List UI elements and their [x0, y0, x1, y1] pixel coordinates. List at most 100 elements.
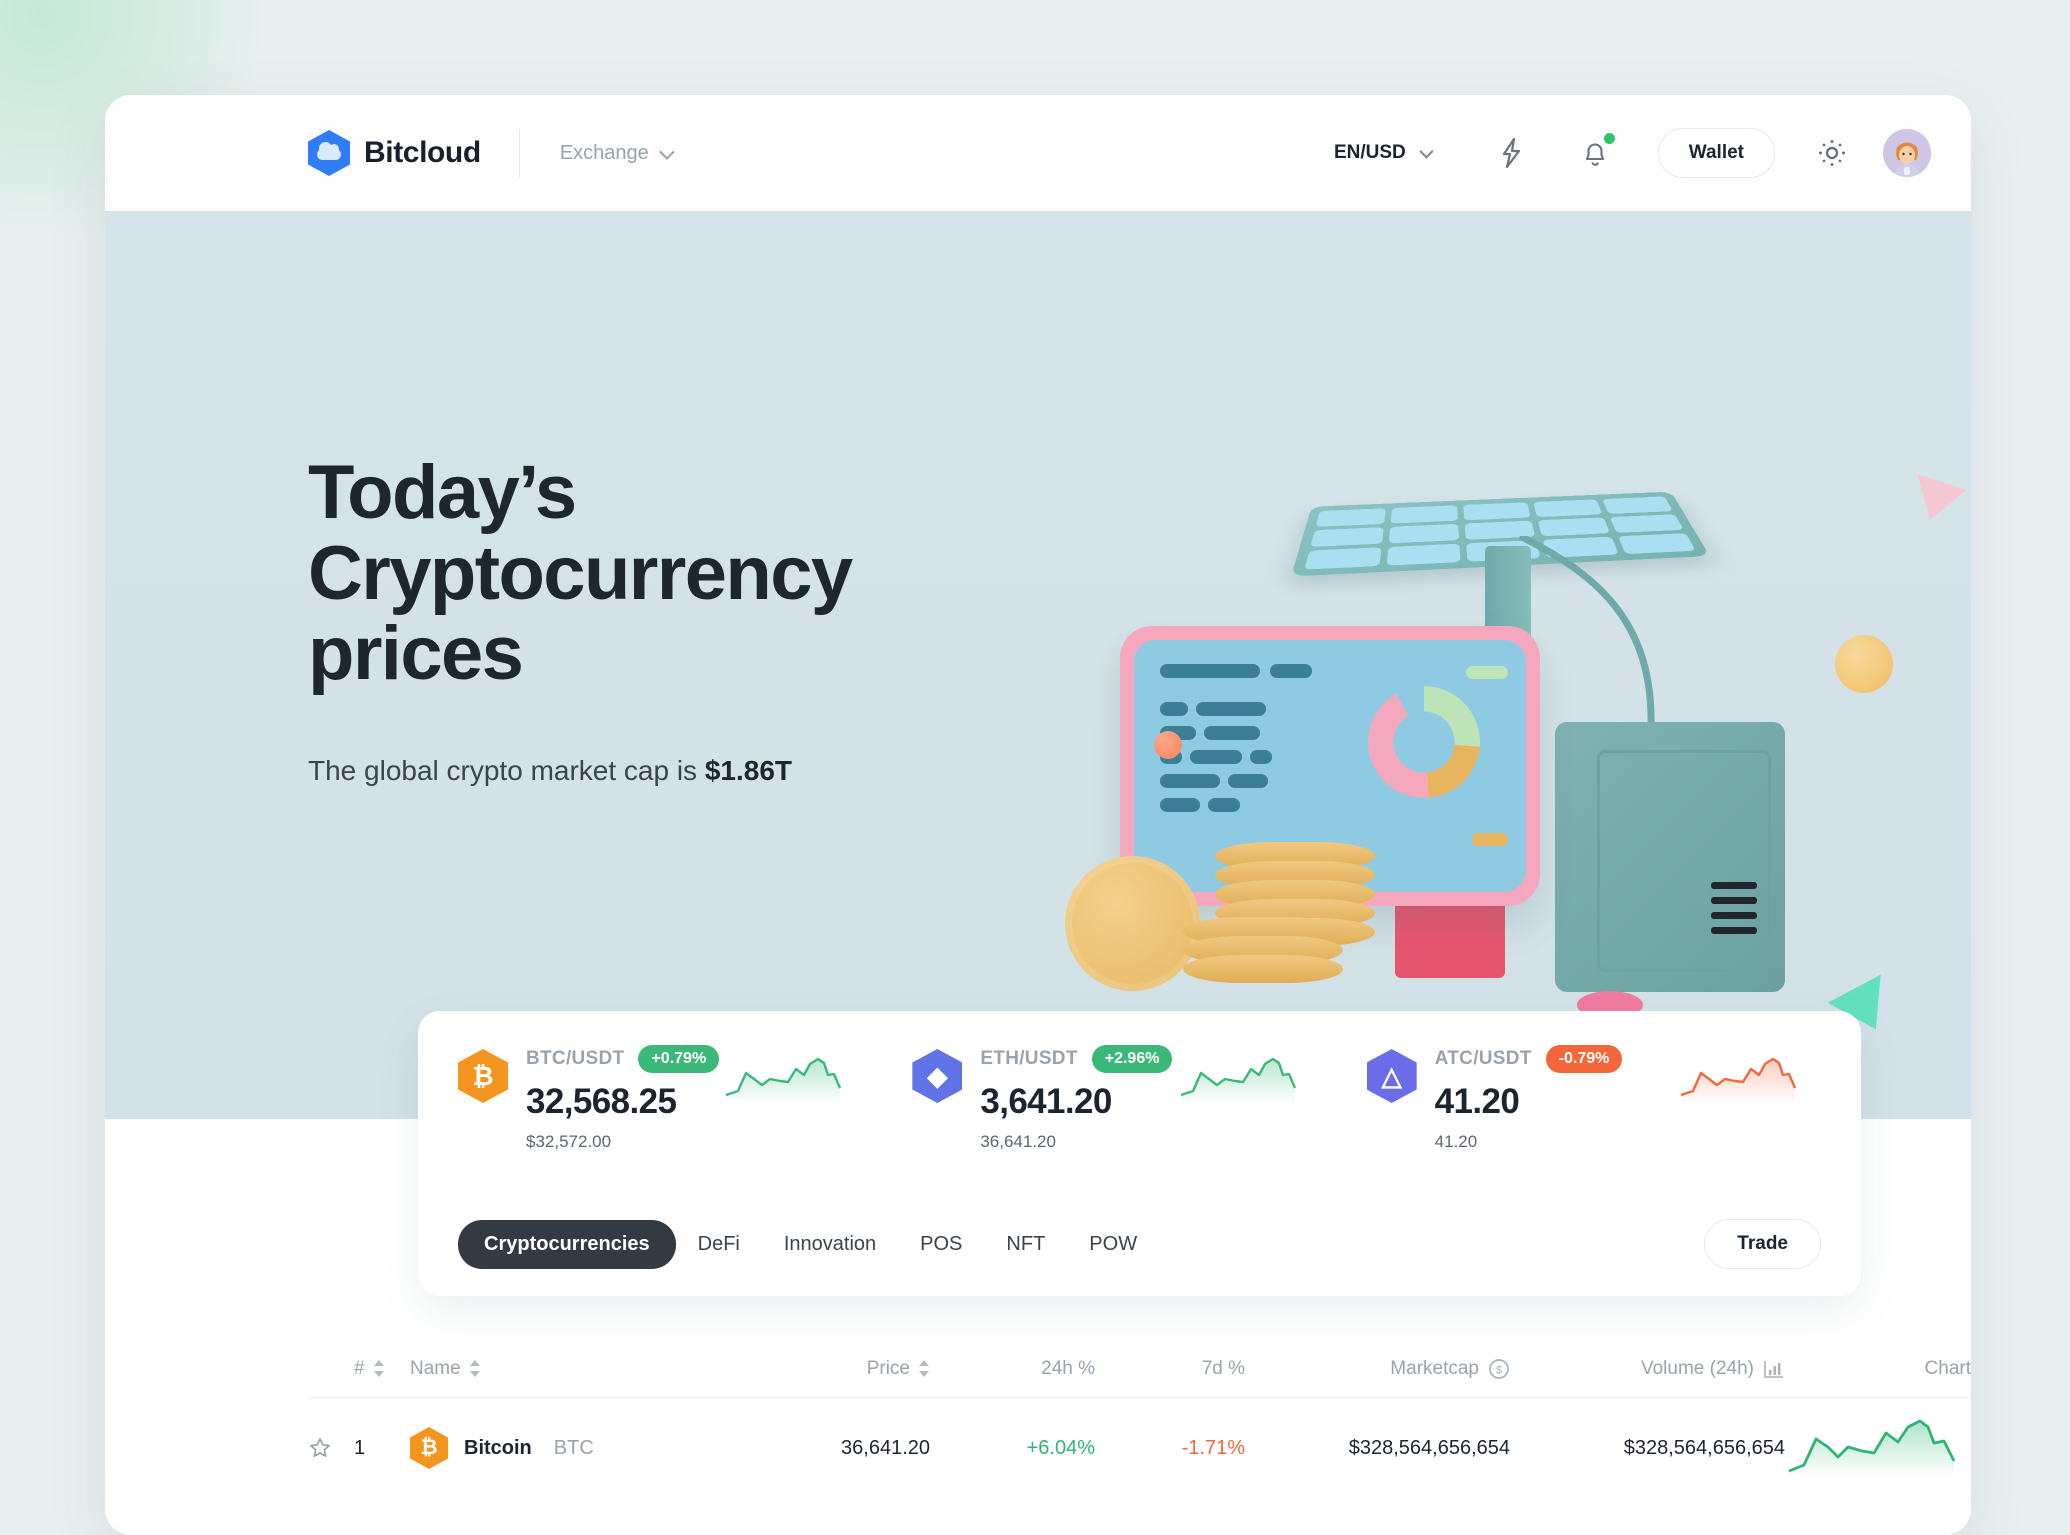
app-window: Bitcloud Exchange EN/USD Wallet Today’s … — [105, 95, 1971, 1535]
sun-brightness-icon — [1819, 140, 1845, 166]
nav-item-exchange-label: Exchange — [559, 141, 649, 164]
ethereum-icon: ◆ — [912, 1049, 963, 1103]
row-name-cell: ₿ Bitcoin BTC — [410, 1427, 710, 1469]
column-marketcap-label: Marketcap — [1390, 1357, 1479, 1379]
hero-subtitle: The global crypto market cap is $1.86T — [308, 755, 988, 787]
trade-button[interactable]: Trade — [1704, 1219, 1821, 1269]
nav-item-exchange[interactable]: Exchange — [559, 141, 675, 165]
top-navigation-bar: Bitcloud Exchange EN/USD Wallet — [105, 95, 1971, 211]
tab-pow[interactable]: POW — [1067, 1233, 1159, 1256]
ticker-card-eth[interactable]: ◆ ETH/USDT +2.96% 3,641.20 36,641.20 — [912, 1045, 1366, 1152]
crypto-table: # Name Price 24h % 7d % Marketcap $ Volu… — [308, 1340, 1971, 1498]
theme-toggle-button[interactable] — [1809, 130, 1855, 176]
page-title: Today’s Cryptocurrency prices — [308, 450, 988, 697]
row-marketcap: $328,564,656,654 — [1348, 1436, 1510, 1459]
column-volume-24h-label: Volume (24h) — [1640, 1357, 1754, 1379]
ticker-pair: ETH/USDT — [980, 1048, 1078, 1069]
ticker-panel: ₿ BTC/USDT +0.79% 32,568.25 $32,572.00 ◆… — [418, 1011, 1861, 1296]
row-coin-name: Bitcoin — [464, 1436, 532, 1459]
table-row[interactable]: 1 ₿ Bitcoin BTC 36,641.20 +6.04% -1.71% … — [308, 1398, 1971, 1498]
favorite-button[interactable] — [308, 1436, 354, 1460]
chevron-down-icon — [1419, 144, 1434, 159]
tab-nft[interactable]: NFT — [984, 1233, 1067, 1256]
column-change-24h[interactable]: 24h % — [930, 1358, 1095, 1380]
row-change-24h: +6.04% — [1026, 1436, 1095, 1459]
ticker-alt-price: $32,572.00 — [526, 1132, 612, 1151]
notification-badge — [1601, 131, 1617, 146]
row-price: 36,641.20 — [841, 1436, 930, 1459]
sort-arrows-icon — [469, 1360, 481, 1377]
ticker-card-atc[interactable]: △ ATC/USDT -0.79% 41.20 41.20 — [1366, 1045, 1821, 1152]
avatar[interactable] — [1883, 129, 1931, 177]
decor-orange-sphere-icon — [1154, 731, 1182, 759]
coin-stack-graphic — [1183, 917, 1343, 983]
hero-title-line-3: prices — [308, 611, 524, 697]
row-coin-symbol: BTC — [553, 1436, 594, 1459]
ticker-price: 32,568.25 — [526, 1082, 677, 1121]
hero-section: Today’s Cryptocurrency prices The global… — [105, 211, 1971, 1119]
header-actions: EN/USD Wallet — [1334, 128, 1931, 178]
bitcoin-icon: ₿ — [410, 1427, 448, 1469]
star-outline-icon — [310, 1438, 330, 1457]
row-sparkline — [1788, 1419, 1956, 1477]
column-change-24h-label: 24h % — [1041, 1357, 1095, 1379]
hero-subtitle-text: The global crypto market cap is — [308, 754, 705, 786]
ticker-sparkline — [1680, 1057, 1797, 1105]
table-header-row: # Name Price 24h % 7d % Marketcap $ Volu… — [308, 1340, 1971, 1398]
ticker-list: ₿ BTC/USDT +0.79% 32,568.25 $32,572.00 ◆… — [418, 1011, 1861, 1192]
brand-name: Bitcloud — [364, 136, 481, 169]
dollar-circle-icon: $ — [1489, 1358, 1509, 1379]
atc-icon: △ — [1366, 1049, 1417, 1103]
ticker-card-btc[interactable]: ₿ BTC/USDT +0.79% 32,568.25 $32,572.00 — [458, 1045, 912, 1152]
language-currency-value: EN/USD — [1333, 142, 1406, 163]
bitcloud-hexagon-cloud-icon — [308, 130, 350, 176]
column-volume-24h[interactable]: Volume (24h) — [1510, 1358, 1785, 1380]
sort-arrows-icon — [373, 1360, 385, 1377]
row-rank: 1 — [354, 1436, 366, 1459]
ticker-price: 41.20 — [1434, 1082, 1520, 1121]
chevron-down-icon — [658, 143, 675, 160]
column-chart: Chart — [1785, 1358, 1971, 1380]
ticker-change-badge: +0.79% — [638, 1045, 720, 1073]
column-chart-label: Chart — [1924, 1357, 1971, 1379]
lightning-bolt-icon — [1502, 138, 1520, 168]
column-change-7d-label: 7d % — [1201, 1357, 1245, 1379]
bar-chart-icon — [1764, 1360, 1783, 1378]
ticker-alt-price: 41.20 — [1434, 1132, 1478, 1151]
wallet-button[interactable]: Wallet — [1657, 128, 1775, 178]
column-change-7d[interactable]: 7d % — [1095, 1358, 1245, 1380]
coin-graphic — [1065, 856, 1200, 991]
hero-copy: Today’s Cryptocurrency prices The global… — [308, 450, 988, 787]
bitcoin-icon: ₿ — [458, 1049, 508, 1103]
ticker-pair: ATC/USDT — [1434, 1048, 1532, 1069]
brand-logo[interactable]: Bitcloud — [308, 130, 481, 176]
sort-arrows-icon — [919, 1360, 930, 1377]
column-marketcap[interactable]: Marketcap $ — [1245, 1358, 1510, 1380]
ticker-price: 3,641.20 — [980, 1082, 1112, 1121]
ticker-sparkline — [1180, 1057, 1296, 1105]
ticker-change-badge: -0.79% — [1545, 1045, 1623, 1073]
user-avatar — [1883, 129, 1931, 177]
tab-innovation[interactable]: Innovation — [762, 1233, 898, 1256]
ticker-sparkline — [725, 1057, 842, 1105]
tab-defi[interactable]: DeFi — [676, 1233, 762, 1256]
global-market-cap-value: $1.86T — [704, 754, 793, 786]
column-name[interactable]: Name — [410, 1358, 710, 1380]
hero-title-line-2: Cryptocurrency — [308, 530, 853, 616]
ticker-change-badge: +2.96% — [1091, 1045, 1173, 1073]
flash-button[interactable] — [1488, 130, 1534, 176]
tab-pos[interactable]: POS — [898, 1233, 984, 1256]
column-price[interactable]: Price — [710, 1358, 930, 1380]
column-name-label: Name — [410, 1357, 461, 1379]
donut-chart-graphic — [1368, 686, 1480, 798]
column-rank[interactable]: # — [354, 1358, 410, 1380]
tab-cryptocurrencies[interactable]: Cryptocurrencies — [458, 1219, 676, 1269]
column-rank-label: # — [354, 1357, 365, 1379]
notifications-button[interactable] — [1572, 130, 1618, 176]
category-tabs: Cryptocurrencies DeFi Innovation POS NFT… — [418, 1192, 1861, 1296]
row-change-7d: -1.71% — [1181, 1436, 1245, 1459]
decor-pink-cone-icon — [1905, 473, 1967, 529]
hero-title-line-1: Today’s — [308, 450, 577, 535]
language-currency-selector[interactable]: EN/USD — [1333, 142, 1434, 164]
server-box-graphic — [1555, 722, 1785, 992]
